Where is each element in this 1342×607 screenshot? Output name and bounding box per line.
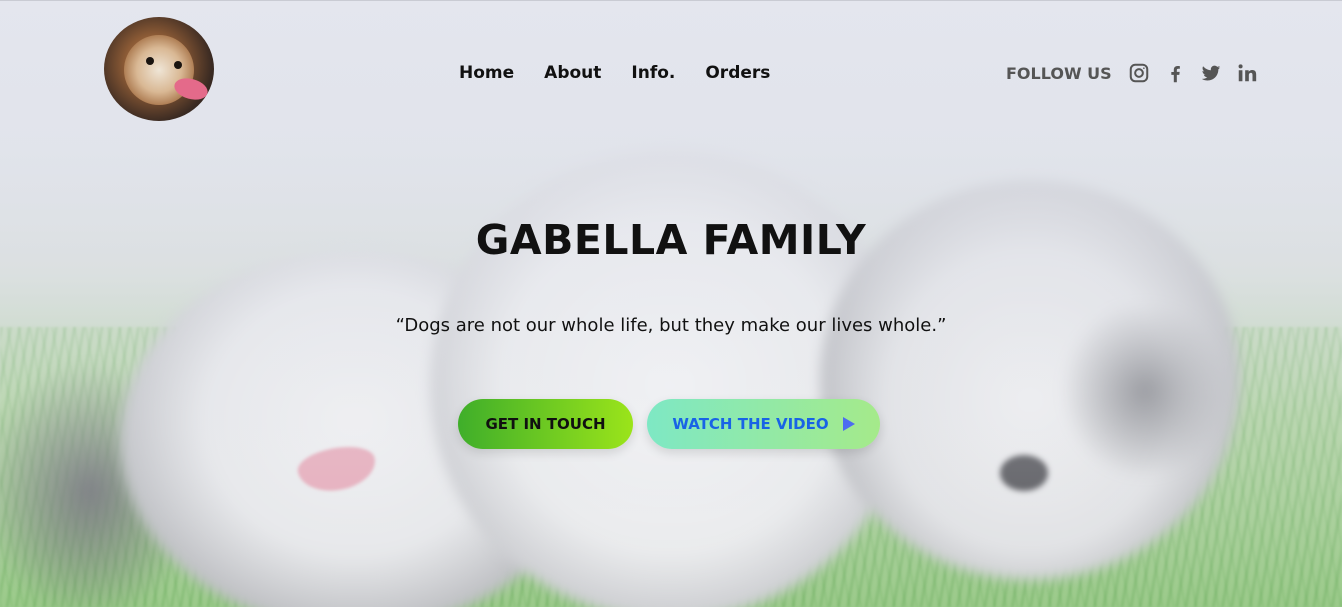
- twitter-icon[interactable]: [1200, 62, 1222, 84]
- watch-video-button[interactable]: WATCH THE VIDEO: [647, 399, 880, 449]
- logo[interactable]: [104, 17, 214, 121]
- social-links: [1128, 62, 1258, 84]
- instagram-icon[interactable]: [1128, 62, 1150, 84]
- get-in-touch-button[interactable]: GET IN TOUCH: [458, 399, 633, 449]
- hero-quote: “Dogs are not our whole life, but they m…: [395, 315, 947, 336]
- main-nav: Home About Info. Orders: [459, 63, 770, 83]
- nav-item-info[interactable]: Info.: [631, 63, 675, 83]
- site-header: Home About Info. Orders FOLLOW US: [0, 0, 1342, 140]
- linkedin-icon[interactable]: [1236, 62, 1258, 84]
- follow-us: FOLLOW US: [1006, 62, 1258, 84]
- nav-item-home[interactable]: Home: [459, 63, 514, 83]
- follow-us-label: FOLLOW US: [1006, 63, 1112, 83]
- get-in-touch-label: GET IN TOUCH: [485, 415, 606, 433]
- logo-dog-eye-right: [174, 61, 182, 69]
- watch-video-label: WATCH THE VIDEO: [672, 415, 829, 433]
- hero-title: GABELLA FAMILY: [475, 216, 867, 264]
- facebook-icon[interactable]: [1164, 62, 1186, 84]
- nav-item-about[interactable]: About: [544, 63, 601, 83]
- logo-dog-eye-left: [146, 57, 154, 65]
- nav-item-orders[interactable]: Orders: [705, 63, 770, 83]
- hero-cta-group: GET IN TOUCH WATCH THE VIDEO: [458, 399, 880, 449]
- play-icon: [842, 417, 855, 431]
